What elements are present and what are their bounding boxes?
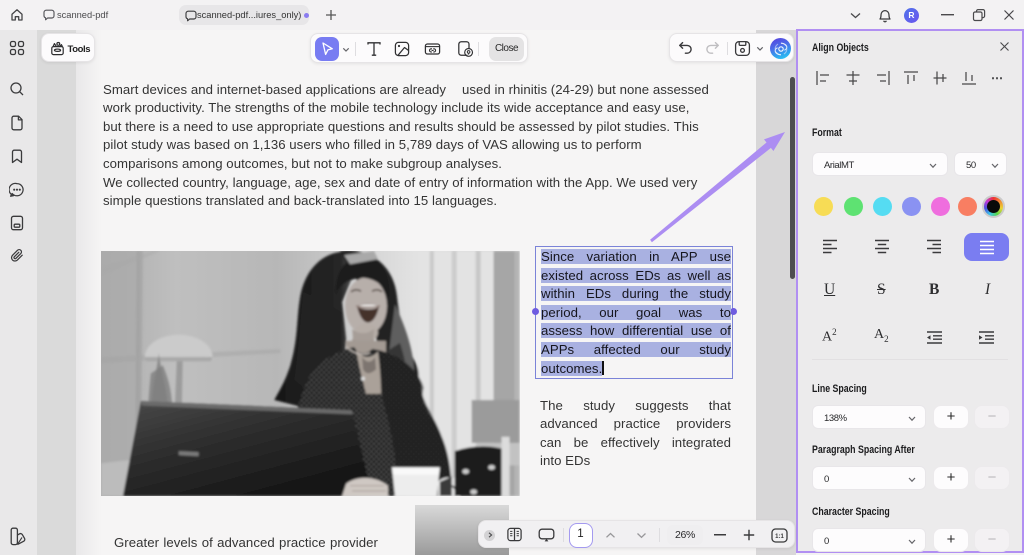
svg-text:1:1: 1:1 <box>775 534 784 540</box>
